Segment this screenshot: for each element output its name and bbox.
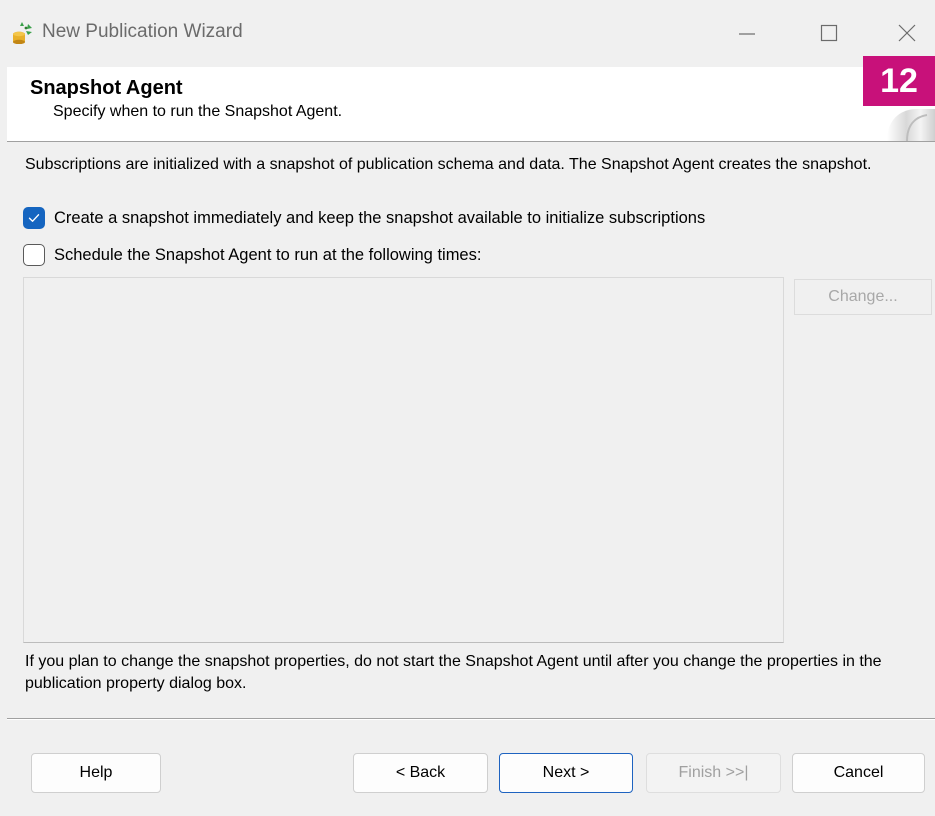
minimize-icon xyxy=(739,33,755,35)
checkmark-icon xyxy=(28,214,40,222)
page-subtitle: Specify when to run the Snapshot Agent. xyxy=(53,103,343,120)
page-title: Snapshot Agent xyxy=(30,77,183,99)
window-title: New Publication Wizard xyxy=(42,21,243,42)
wizard-window: New Publication Wizard Snapshot Agent Sp… xyxy=(0,0,935,816)
schedule-agent-option[interactable]: Schedule the Snapshot Agent to run at th… xyxy=(23,244,481,266)
create-snapshot-label[interactable]: Create a snapshot immediately and keep t… xyxy=(54,207,705,229)
close-button[interactable] xyxy=(884,10,930,56)
schedule-description-box xyxy=(23,277,784,643)
next-button[interactable]: Next > xyxy=(499,753,633,793)
description-text: Subscriptions are initialized with a sna… xyxy=(25,156,872,173)
step-number-badge: 12 xyxy=(863,56,935,106)
header-decoration-icon xyxy=(877,105,935,142)
maximize-icon xyxy=(820,24,838,42)
back-button[interactable]: < Back xyxy=(353,753,488,793)
cancel-button[interactable]: Cancel xyxy=(792,753,925,793)
title-bar: New Publication Wizard xyxy=(0,0,935,66)
maximize-button[interactable] xyxy=(806,10,852,56)
minimize-button[interactable] xyxy=(724,10,770,56)
help-button[interactable]: Help xyxy=(31,753,161,793)
snapshot-note-text: If you plan to change the snapshot prope… xyxy=(25,653,882,692)
publication-wizard-icon xyxy=(12,20,34,45)
footer-divider xyxy=(7,718,935,720)
close-icon xyxy=(898,24,916,42)
create-snapshot-checkbox[interactable] xyxy=(23,207,45,229)
schedule-agent-checkbox[interactable] xyxy=(23,244,45,266)
schedule-agent-label[interactable]: Schedule the Snapshot Agent to run at th… xyxy=(54,244,481,266)
create-snapshot-option[interactable]: Create a snapshot immediately and keep t… xyxy=(23,207,705,229)
finish-button[interactable]: Finish >>| xyxy=(646,753,781,793)
wizard-header: Snapshot Agent Specify when to run the S… xyxy=(7,67,935,142)
change-schedule-button[interactable]: Change... xyxy=(794,279,932,315)
